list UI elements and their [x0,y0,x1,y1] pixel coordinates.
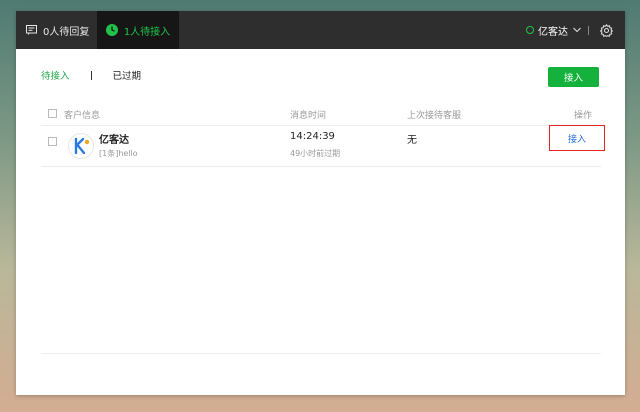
top-bar: 0人待回复 1人待接入 亿客达 [16,11,625,49]
divider [41,353,601,354]
last-message: [1条]hello [99,149,138,158]
customer-name: 亿客达 [99,135,129,146]
last-agent: 无 [407,135,417,146]
tab-expired[interactable]: 已过期 [113,68,142,82]
clock-icon [105,24,118,36]
online-status-icon [526,26,534,34]
select-all-checkbox[interactable] [48,109,57,118]
status-filter-tabs: 待接入 已过期 [41,68,141,82]
message-icon [26,25,37,35]
message-time: 14:24:39 [290,131,335,142]
customer-table: 客户信息 消息时间 上次接待客服 操作 亿客达 [1条]hello 14:24:… [41,103,605,167]
divider [90,70,92,80]
gear-icon[interactable] [600,24,613,37]
tab-pending-accept-label: 1人待接入 [123,26,171,38]
row-checkbox[interactable] [48,137,57,146]
column-header-action: 操作 [574,111,593,121]
avatar [68,133,94,159]
tab-pending[interactable]: 待接入 [41,68,70,82]
tab-pending-reply-label: 0人待回复 [43,26,90,38]
column-header-time: 消息时间 [290,111,327,121]
expire-note: 49小时前过期 [290,149,341,158]
tab-pending-reply[interactable]: 0人待回复 [26,11,89,49]
column-header-customer: 客户信息 [64,111,101,121]
tab-pending-accept[interactable]: 1人待接入 [97,11,179,49]
agent-status-dropdown[interactable]: 亿客达 [526,11,581,49]
divider [588,26,589,35]
chat-window: 0人待回复 1人待接入 亿客达 待接入 已过期 接入 客户信息 消息时间 上次接… [16,11,625,395]
table-header: 客户信息 消息时间 上次接待客服 操作 [41,103,601,126]
chevron-down-icon [573,27,581,33]
column-header-last-agent: 上次接待客服 [407,111,462,121]
accept-button[interactable]: 接入 [548,67,599,87]
table-row: 亿客达 [1条]hello 14:24:39 49小时前过期 无 接入 [41,125,605,167]
agent-name: 亿客达 [538,26,568,38]
row-accept-link[interactable]: 接入 [549,125,605,151]
